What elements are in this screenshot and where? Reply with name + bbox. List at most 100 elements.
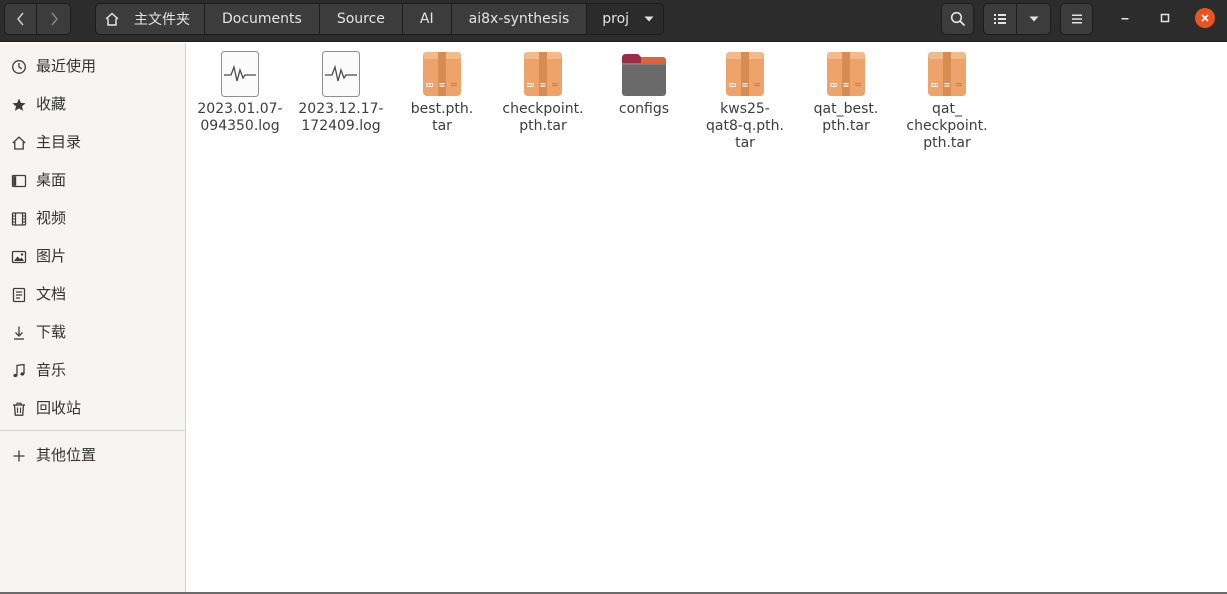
close-button[interactable]	[1195, 8, 1215, 28]
file-item[interactable]: qat_ checkpoint. pth.tar	[897, 48, 997, 152]
log-file-icon	[322, 51, 360, 97]
forward-button[interactable]	[37, 3, 71, 35]
chevron-right-icon	[50, 12, 58, 26]
file-label-line: checkpoint.	[906, 118, 988, 134]
file-label: qat_ checkpoint. pth.tar	[897, 101, 997, 152]
chevron-left-icon	[16, 12, 24, 26]
sidebar-item-label: 主目录	[36, 133, 82, 151]
sidebar-item-label: 回收站	[36, 399, 82, 417]
music-icon	[10, 362, 27, 379]
sidebar-item-pictures[interactable]: 图片	[0, 237, 185, 275]
sidebar-item-starred[interactable]: 收藏	[0, 85, 185, 123]
trash-icon	[10, 400, 27, 417]
home-icon	[10, 134, 27, 151]
view-list-button[interactable]	[983, 3, 1017, 35]
log-file-icon	[221, 51, 259, 97]
sidebar-item-desktop[interactable]: 桌面	[0, 161, 185, 199]
file-label: kws25- qat8-q.pth. tar	[695, 101, 795, 152]
archive-icon	[423, 52, 461, 96]
chevron-down-icon	[643, 15, 655, 23]
archive-icon	[524, 52, 562, 96]
file-label-line: tar	[432, 118, 452, 134]
download-icon	[10, 324, 27, 341]
sidebar-item-documents[interactable]: 文档	[0, 275, 185, 313]
minimize-icon	[1121, 18, 1129, 20]
breadcrumb-label: Documents	[222, 11, 302, 27]
archive-icon	[928, 52, 966, 96]
sidebar-item-label: 音乐	[36, 361, 67, 379]
file-label-line: pth.tar	[822, 118, 870, 134]
breadcrumb-label: 主文件夹	[134, 12, 190, 28]
menu-button[interactable]	[1060, 3, 1093, 35]
back-button[interactable]	[4, 3, 37, 35]
file-label-line: qat_best.	[813, 101, 879, 117]
breadcrumb-label: proj	[602, 11, 630, 27]
sidebar-divider	[0, 430, 185, 431]
sidebar-item-trash[interactable]: 回收站	[0, 389, 185, 427]
breadcrumb-home[interactable]: 主文件夹	[95, 3, 205, 35]
breadcrumb-proj[interactable]: proj	[587, 3, 665, 35]
desktop-icon	[10, 172, 27, 189]
sidebar-item-label: 下载	[36, 323, 67, 341]
chevron-down-icon	[1029, 16, 1038, 22]
sidebar-item-label: 其他位置	[36, 446, 97, 464]
sidebar-item-label: 最近使用	[36, 57, 97, 75]
folder-icon	[622, 54, 666, 96]
file-label-line: pth.tar	[923, 135, 971, 151]
sidebar-item-music[interactable]: 音乐	[0, 351, 185, 389]
file-item[interactable]: checkpoint. pth.tar	[493, 48, 593, 135]
file-item[interactable]: best.pth. tar	[392, 48, 492, 135]
file-label: qat_best. pth.tar	[796, 101, 896, 135]
file-label-line: qat_	[932, 101, 962, 117]
breadcrumb-source[interactable]: Source	[319, 3, 403, 35]
sidebar-item-label: 收藏	[36, 95, 67, 113]
maximize-button[interactable]	[1155, 8, 1175, 28]
view-options-button[interactable]	[1017, 3, 1051, 35]
file-label-line: 094350.log	[200, 118, 280, 134]
sidebar-item-home[interactable]: 主目录	[0, 123, 185, 161]
archive-icon	[726, 52, 764, 96]
sidebar-item-label: 视频	[36, 209, 67, 227]
file-label-line: checkpoint.	[502, 101, 584, 117]
breadcrumb-ai8x-synthesis[interactable]: ai8x-synthesis	[451, 3, 588, 35]
minimize-button[interactable]	[1115, 8, 1135, 28]
file-label-line: qat8-q.pth.	[706, 118, 784, 134]
search-icon	[950, 11, 965, 27]
maximize-icon	[1160, 13, 1170, 23]
video-icon	[10, 210, 27, 227]
sidebar-item-label: 图片	[36, 247, 67, 265]
sidebar-item-downloads[interactable]: 下载	[0, 313, 185, 351]
search-button[interactable]	[941, 3, 974, 35]
file-label: best.pth. tar	[392, 101, 492, 135]
file-label-line: configs	[618, 101, 670, 117]
sidebar-item-label: 桌面	[36, 171, 67, 189]
star-icon	[10, 96, 27, 113]
breadcrumb-documents[interactable]: Documents	[205, 3, 320, 35]
file-grid: 2023.01.07- 094350.log 2023.12.17- 17240…	[187, 43, 1227, 594]
sidebar: 最近使用 收藏 主目录 桌面 视频 图片 文档 下载 音乐 回收站 其他位置	[0, 43, 186, 594]
archive-icon	[827, 52, 865, 96]
file-item[interactable]: kws25- qat8-q.pth. tar	[695, 48, 795, 152]
file-item[interactable]: 2023.01.07- 094350.log	[190, 48, 290, 135]
sidebar-item-label: 文档	[36, 285, 67, 303]
file-label-line: tar	[735, 135, 755, 151]
file-label: 2023.01.07- 094350.log	[190, 101, 290, 135]
recent-icon	[10, 58, 27, 75]
sidebar-item-videos[interactable]: 视频	[0, 199, 185, 237]
hamburger-icon	[1071, 14, 1082, 24]
file-item[interactable]: qat_best. pth.tar	[796, 48, 896, 135]
document-icon	[10, 286, 27, 303]
file-item[interactable]: 2023.12.17- 172409.log	[291, 48, 391, 135]
folder-item[interactable]: configs	[594, 48, 694, 118]
breadcrumb-label: Source	[336, 11, 385, 27]
file-label-line: pth.tar	[519, 118, 567, 134]
sidebar-item-other-locations[interactable]: 其他位置	[0, 436, 185, 474]
picture-icon	[10, 248, 27, 265]
file-label-line: kws25-	[720, 101, 770, 117]
breadcrumb-ai[interactable]: AI	[402, 3, 452, 35]
home-icon	[104, 11, 120, 27]
file-label-line: best.pth.	[410, 101, 474, 117]
file-label-line: 172409.log	[301, 118, 381, 134]
close-icon	[1201, 14, 1209, 22]
sidebar-item-recent[interactable]: 最近使用	[0, 47, 185, 85]
